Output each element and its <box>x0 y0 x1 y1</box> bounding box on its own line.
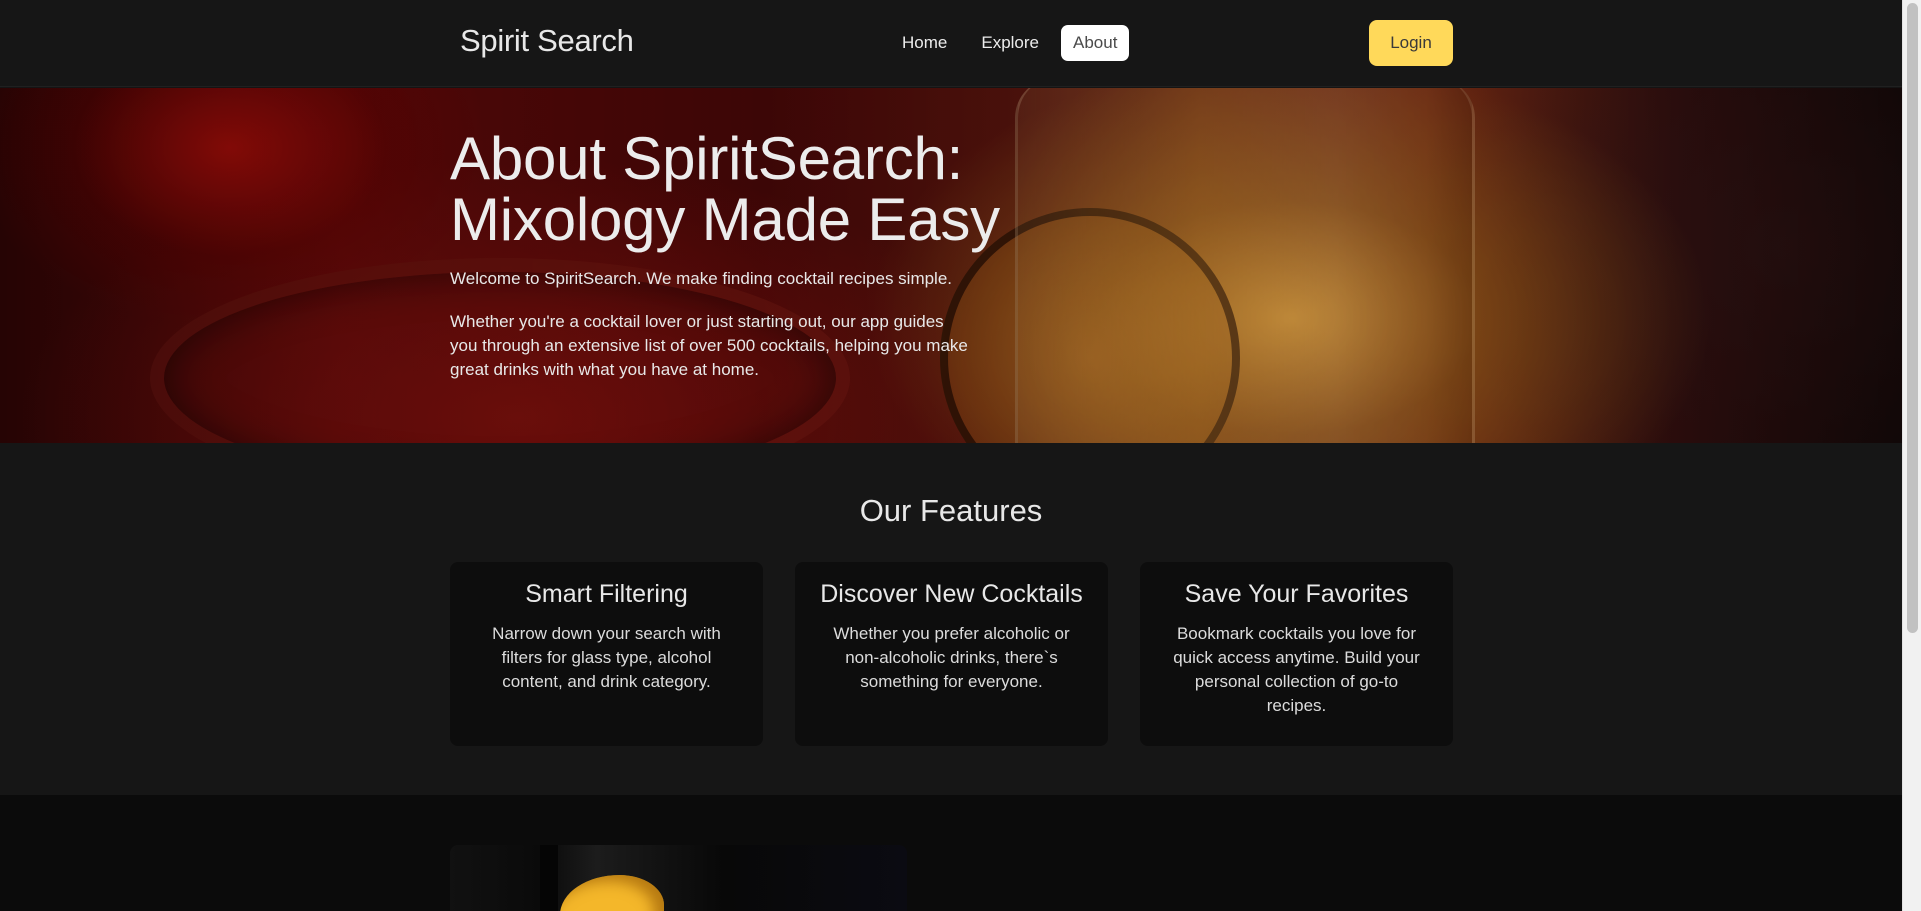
nav-link-about[interactable]: About <box>1061 25 1130 61</box>
preview-image-lemon <box>560 875 664 911</box>
hero-title: About SpiritSearch: Mixology Made Easy <box>450 125 1000 253</box>
brand-logo[interactable]: Spirit Search <box>460 23 634 59</box>
feature-card-text: Narrow down your search with filters for… <box>492 624 721 691</box>
feature-card-title: Smart Filtering <box>525 580 688 608</box>
cocktail-preview-image <box>450 845 907 911</box>
navbar: Spirit Search Home Explore About Login <box>0 0 1902 87</box>
login-button[interactable]: Login <box>1369 20 1453 66</box>
hero-section: About SpiritSearch: Mixology Made Easy W… <box>0 88 1902 443</box>
preview-image-divider <box>540 845 558 911</box>
feature-card-text: Whether you prefer alcoholic or non-alco… <box>833 624 1070 691</box>
feature-card-favorites: Save Your Favorites Bookmark cocktails y… <box>1140 562 1453 746</box>
scrollbar-thumb[interactable] <box>1907 3 1918 633</box>
feature-card-discover: Discover New Cocktails Whether you prefe… <box>795 562 1108 746</box>
hero-intro: Welcome to SpiritSearch. We make finding… <box>450 269 953 288</box>
nav-link-home[interactable]: Home <box>890 25 959 61</box>
vertical-scrollbar[interactable] <box>1902 0 1921 911</box>
features-section: Our Features Smart Filtering Narrow down… <box>0 443 1902 795</box>
nav-link-explore[interactable]: Explore <box>969 25 1051 61</box>
feature-card-smart-filtering: Smart Filtering Narrow down your search … <box>450 562 763 746</box>
feature-card-title: Save Your Favorites <box>1184 580 1409 608</box>
hero-content: About SpiritSearch: Mixology Made Easy W… <box>450 128 1010 382</box>
nav-links: Home Explore About <box>890 25 1130 61</box>
hero-body: Whether you're a cocktail lover or just … <box>450 312 968 379</box>
features-title: Our Features <box>859 493 1043 528</box>
feature-card-text: Bookmark cocktails you love for quick ac… <box>1173 624 1420 715</box>
page: Spirit Search Home Explore About Login A… <box>0 0 1921 911</box>
feature-card-title: Discover New Cocktails <box>820 580 1083 608</box>
lower-section <box>0 795 1902 911</box>
